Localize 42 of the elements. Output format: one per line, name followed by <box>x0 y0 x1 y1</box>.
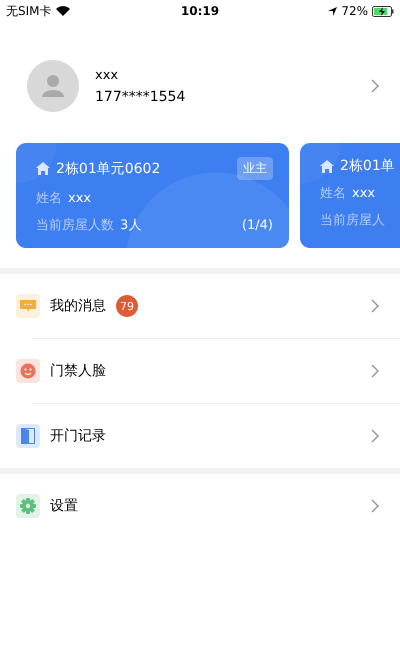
menu-label: 我的消息 <box>50 297 106 315</box>
chevron-right-icon <box>370 78 380 94</box>
resident-name: xxx <box>68 190 92 206</box>
house-address: 2栋01单元0602 <box>56 160 160 178</box>
location-arrow-icon <box>328 6 338 16</box>
phone-number: 177****1554 <box>95 88 186 104</box>
name-label: 姓名 <box>36 190 62 207</box>
unread-count: 79 <box>116 295 138 317</box>
door-icon <box>21 428 35 444</box>
house-card[interactable]: 2栋01单 姓名 xxx 当前房屋人 <box>300 143 400 248</box>
menu-item[interactable]: 设置 <box>0 474 400 538</box>
chevron-right-icon <box>370 428 380 444</box>
carrier-text: 无SIM卡 <box>6 2 52 20</box>
wifi-icon <box>56 6 70 16</box>
house-card[interactable]: 2栋01单元0602 业主 姓名 xxx 当前房屋人数 3人 (1/4) <box>16 143 289 248</box>
house-icon <box>36 162 50 175</box>
chevron-right-icon <box>370 298 380 314</box>
message-icon <box>20 299 36 313</box>
avatar <box>27 60 79 112</box>
clock-text: 10:19 <box>180 4 220 18</box>
menu-label: 门禁人脸 <box>50 362 106 380</box>
gear-icon <box>20 498 36 514</box>
menu-item[interactable]: 门禁人脸 <box>0 339 400 403</box>
resident-name: xxx <box>352 186 376 200</box>
house-icon <box>320 160 334 172</box>
role-tag: 业主 <box>237 157 273 180</box>
menu-label: 开门记录 <box>50 427 106 445</box>
battery-text: 72% <box>341 4 368 18</box>
house-address: 2栋01单 <box>340 157 395 175</box>
menu-label: 设置 <box>50 497 78 515</box>
battery-charging-icon <box>372 6 394 16</box>
resident-count-label: 当前房屋人数 <box>36 217 114 234</box>
resident-count: 3人 <box>120 217 142 234</box>
card-page-indicator: (1/4) <box>242 218 273 232</box>
chevron-right-icon <box>370 363 380 379</box>
user-name: xxx <box>95 68 120 82</box>
name-label: 姓名 <box>320 185 346 202</box>
resident-count-label: 当前房屋人 <box>320 212 385 229</box>
menu-item[interactable]: 开门记录 <box>0 404 400 468</box>
smiley-icon <box>20 363 36 379</box>
menu-item[interactable]: 我的消息 79 <box>0 274 400 338</box>
chevron-right-icon <box>370 498 380 514</box>
